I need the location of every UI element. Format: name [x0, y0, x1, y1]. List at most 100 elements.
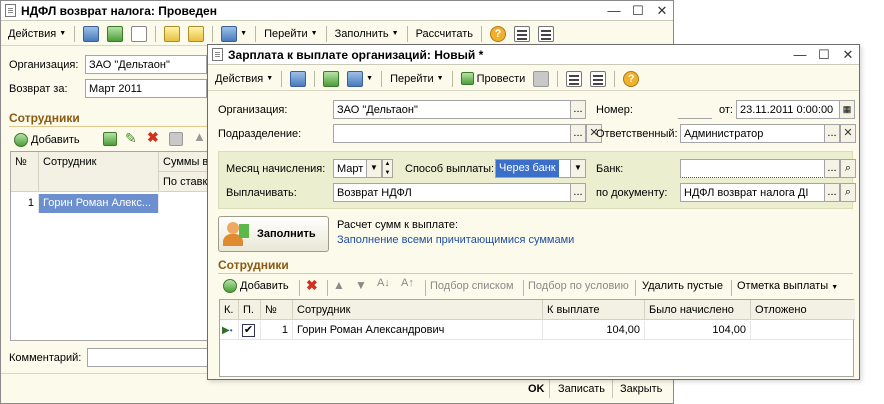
table-row[interactable]: ▶• ✔ 1 Горин Роман Александрович 104,00 …: [220, 321, 853, 340]
col-employee[interactable]: Сотрудник: [293, 300, 543, 320]
row-checkbox[interactable]: ✔: [242, 324, 255, 337]
maximize-button[interactable]: ☐: [817, 47, 831, 63]
based-on-button[interactable]: ▼: [344, 69, 376, 89]
refresh-icon-button[interactable]: [104, 24, 126, 44]
based-on-button[interactable]: ▼: [218, 24, 250, 44]
ok-button[interactable]: OK: [528, 383, 545, 395]
add-button[interactable]: Добавить: [220, 276, 292, 296]
by-doc-select-button[interactable]: ...: [824, 183, 840, 202]
col-num[interactable]: №: [11, 152, 39, 192]
col-p[interactable]: П.: [239, 300, 261, 320]
delete-icon[interactable]: ✖: [306, 277, 318, 294]
col-num[interactable]: №: [261, 300, 293, 320]
pick-condition-button[interactable]: Подбор по условию: [528, 280, 629, 292]
post-button[interactable]: Провести: [458, 69, 529, 89]
fill-menu[interactable]: Заполнить ▼: [332, 24, 402, 44]
by-doc-search-button[interactable]: ⌕: [840, 183, 856, 202]
month-spin-button[interactable]: ▲ ▼: [382, 159, 393, 178]
col-accrued[interactable]: Было начислено: [645, 300, 751, 320]
list-button[interactable]: [511, 24, 533, 44]
structure-button[interactable]: [587, 69, 609, 89]
by-doc-field[interactable]: НДФЛ возврат налога ДI: [680, 183, 825, 202]
calculate-button[interactable]: Рассчитать: [413, 24, 476, 44]
save-icon-button[interactable]: [80, 24, 102, 44]
delete-icon[interactable]: ✖: [147, 129, 159, 146]
col-sums[interactable]: Суммы в: [159, 152, 211, 172]
bank-search-button[interactable]: ⌕: [840, 159, 856, 178]
responsible-select-button[interactable]: ...: [824, 124, 840, 143]
col-k[interactable]: К.: [220, 300, 239, 320]
comment-field[interactable]: [87, 348, 209, 367]
list-button[interactable]: [563, 69, 585, 89]
sort-desc-icon[interactable]: A↑: [401, 277, 414, 289]
copy-icon-button[interactable]: [128, 24, 150, 44]
row-num: 1: [11, 194, 39, 213]
month-dropdown-button[interactable]: ▼: [366, 159, 382, 178]
goto-menu[interactable]: Перейти ▼: [261, 24, 321, 44]
minimize-button[interactable]: —: [793, 47, 807, 63]
date-field[interactable]: 23.11.2011 0:00:00: [736, 100, 840, 119]
move-down-icon[interactable]: ▼: [355, 278, 367, 292]
pay-method-value: Через банк: [496, 160, 559, 177]
col-rate[interactable]: По ставк: [159, 172, 211, 192]
responsible-field[interactable]: Администратор: [680, 124, 825, 143]
col-to-pay[interactable]: К выплате: [543, 300, 645, 320]
division-select-button[interactable]: ...: [570, 124, 586, 143]
col-deferred[interactable]: Отложено: [751, 300, 855, 320]
sort-asc-icon[interactable]: A↓: [377, 277, 390, 289]
org-select-button[interactable]: ...: [570, 100, 586, 119]
pick-list-button[interactable]: Подбор списком: [430, 280, 514, 292]
table-row[interactable]: 1 Горин Роман Алекс...: [11, 194, 209, 213]
pay-method-dropdown-button[interactable]: ▼: [570, 159, 586, 178]
goto-menu[interactable]: Перейти ▼: [387, 69, 447, 89]
org-field[interactable]: ЗАО "Дельтаон": [85, 55, 207, 74]
calendar-button[interactable]: ▦: [839, 100, 855, 119]
number-field[interactable]: [678, 100, 712, 119]
actions-menu[interactable]: Действия ▼: [5, 24, 69, 44]
fill-button[interactable]: Заполнить: [218, 216, 329, 252]
post-icon: [460, 72, 474, 85]
move-up-icon[interactable]: ▲: [333, 278, 345, 292]
pay-field[interactable]: Возврат НДФЛ: [333, 183, 571, 202]
minimize-button[interactable]: —: [607, 3, 621, 19]
pay-method-field[interactable]: Через банк: [495, 159, 571, 178]
fill-button-label: Заполнить: [257, 228, 316, 240]
calc-link[interactable]: Заполнение всеми причитающимися суммами: [337, 234, 574, 246]
col-employee[interactable]: Сотрудник: [39, 152, 159, 192]
edit-icon[interactable]: ✎: [125, 130, 137, 147]
mark-payment-menu[interactable]: Отметка выплаты ▼: [737, 280, 838, 292]
bank-field[interactable]: [680, 159, 825, 178]
close-button[interactable]: ✕: [655, 3, 669, 19]
number-label: Номер:: [596, 104, 633, 116]
document-icon: [5, 4, 16, 17]
move-up-icon[interactable]: ▲: [193, 129, 206, 144]
print-button[interactable]: [530, 69, 552, 89]
close-doc-button[interactable]: Закрыть: [620, 383, 662, 395]
help-button[interactable]: ?: [487, 24, 509, 44]
end-edit-icon[interactable]: [169, 132, 183, 146]
responsible-clear-button[interactable]: ✕: [840, 124, 856, 143]
actions-menu[interactable]: Действия ▼: [212, 69, 276, 89]
fill-person-icon: [223, 220, 251, 248]
structure-button[interactable]: [535, 24, 557, 44]
bank-select-button[interactable]: ...: [824, 159, 840, 178]
month-field[interactable]: Март: [333, 159, 367, 178]
help-button[interactable]: ?: [620, 69, 642, 89]
calc-caption: Расчет сумм к выплате:: [337, 219, 459, 231]
delete-empty-button[interactable]: Удалить пустые: [642, 280, 723, 292]
org-field[interactable]: ЗАО "Дельтаон": [333, 100, 571, 119]
copy-row-icon[interactable]: [103, 132, 117, 146]
refresh-icon-button[interactable]: [320, 69, 342, 89]
write-button[interactable]: Записать: [558, 383, 605, 395]
close-button[interactable]: ✕: [841, 47, 855, 63]
current-row-arrow-icon: ▶: [222, 325, 230, 336]
save-icon-button[interactable]: [287, 69, 309, 89]
return-field[interactable]: Март 2011: [85, 79, 207, 98]
pay-select-button[interactable]: ...: [570, 183, 586, 202]
front-window-titlebar: Зарплата к выплате организаций: Новый * …: [208, 45, 859, 65]
unpost-icon-button[interactable]: [185, 24, 207, 44]
maximize-button[interactable]: ☐: [631, 3, 645, 19]
post-icon-button[interactable]: [161, 24, 183, 44]
division-field[interactable]: [333, 124, 571, 143]
back-add-button[interactable]: Добавить: [11, 130, 83, 150]
